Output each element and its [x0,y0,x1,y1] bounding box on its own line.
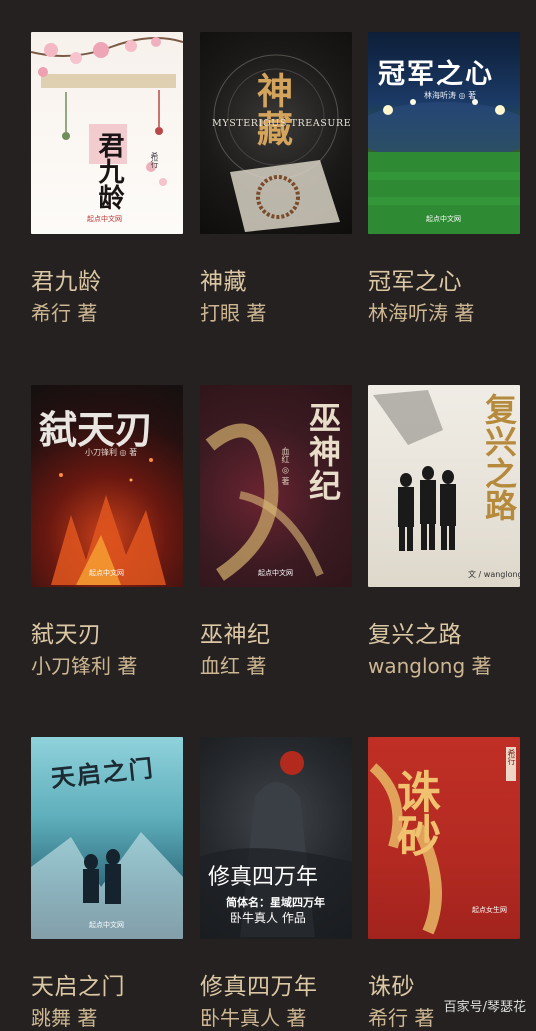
cover-author: 血红 ◎ 著 [281,447,290,486]
cover-publisher: 起点女生网 [472,906,507,914]
cover-publisher: 起点中文网 [258,569,293,577]
book-title[interactable]: 复兴之路 [368,615,462,649]
book-title[interactable]: 弑天刃 [31,615,102,649]
book-author[interactable]: 打眼 著 [200,297,266,326]
book-title[interactable]: 神藏 [200,262,247,296]
book-card[interactable]: 弑天刃 小刀锋利 ◎ 著 起点中文网 弑天刃 小刀锋利 著 [31,385,183,678]
book-title[interactable]: 天启之门 [31,967,125,1001]
book-card[interactable]: 君九龄 希行 起点中文网 君九龄 希行 著 [31,32,183,325]
book-cover[interactable]: 天启之门 起点中文网 [31,737,183,939]
book-grid: 君九龄 希行 起点中文网 君九龄 希行 著 神藏 MYSTERIOUS TREA… [0,0,536,1030]
book-card[interactable]: 复兴之路 文 / wanglong 复兴之路 wanglong 著 [368,385,520,678]
book-card[interactable]: 神藏 MYSTERIOUS TREASURE 神藏 打眼 著 [200,32,352,325]
book-card[interactable]: 冠军之心 林海听涛 ◎ 著 起点中文网 冠军之心 林海听涛 著 [368,32,520,325]
cover-title: 复兴之路 [480,393,518,521]
book-author[interactable]: 小刀锋利 著 [31,650,137,679]
book-cover[interactable]: 巫神纪 血红 ◎ 著 起点中文网 [200,385,352,587]
watermark: 百家号/琴瑟花 [443,1000,526,1015]
cover-title: 君九龄 [94,132,124,210]
book-card[interactable]: 诛砂 希行 起点女生网 诛砂 希行 著 [368,737,520,1030]
book-card[interactable]: 天启之门 起点中文网 天启之门 跳舞 著 [31,737,183,1030]
cover-publisher: 起点中文网 [87,215,122,223]
cover-author: 林海听涛 ◎ 著 [424,91,477,100]
book-title[interactable]: 修真四万年 [200,967,318,1001]
cover-publisher: 起点中文网 [89,569,124,577]
book-cover[interactable]: 弑天刃 小刀锋利 ◎ 著 起点中文网 [31,385,183,587]
cover-subtitle: MYSTERIOUS TREASURE [212,118,352,129]
book-card[interactable]: 修真四万年 简体名：星域四万年 卧牛真人 作品 修真四万年 卧牛真人 著 [200,737,352,1030]
cover-publisher: 起点中文网 [89,921,124,929]
cover-title: 诛砂 [389,769,440,857]
book-cover[interactable]: 复兴之路 文 / wanglong [368,385,520,587]
book-author[interactable]: 血红 著 [200,650,266,679]
cover-author: 小刀锋利 ◎ 著 [85,448,138,457]
cover-title: 巫神纪 [304,401,342,503]
book-title[interactable]: 诛砂 [368,967,415,1001]
book-author[interactable]: 林海听涛 著 [368,297,474,326]
cover-author: 希行 [150,152,159,168]
book-author[interactable]: 卧牛真人 著 [200,1002,306,1031]
book-title[interactable]: 君九龄 [31,262,102,296]
cover-line2: 卧牛真人 作品 [230,911,306,925]
cover-publisher: 起点中文网 [426,215,461,223]
book-cover[interactable]: 修真四万年 简体名：星域四万年 卧牛真人 作品 [200,737,352,939]
book-author[interactable]: 希行 著 [368,1002,434,1031]
book-cover[interactable]: 诛砂 希行 起点女生网 [368,737,520,939]
cover-author: 文 / wanglong [468,570,520,579]
book-author[interactable]: 跳舞 著 [31,1002,97,1031]
book-title[interactable]: 巫神纪 [200,615,271,649]
book-author[interactable]: wanglong 著 [368,650,492,679]
book-cover[interactable]: 冠军之心 林海听涛 ◎ 著 起点中文网 [368,32,520,234]
cover-title: 冠军之心 [378,59,494,90]
book-cover[interactable]: 君九龄 希行 起点中文网 [31,32,183,234]
book-cover[interactable]: 神藏 MYSTERIOUS TREASURE [200,32,352,234]
cover-line1: 简体名：星域四万年 [226,896,325,909]
book-author[interactable]: 希行 著 [31,297,97,326]
book-card[interactable]: 巫神纪 血红 ◎ 著 起点中文网 巫神纪 血红 著 [200,385,352,678]
cover-title: 修真四万年 [208,865,319,890]
book-title[interactable]: 冠军之心 [368,262,462,296]
cover-author: 希行 [507,749,516,765]
cover-title: 神藏 [251,72,293,148]
cover-title: 弑天刃 [39,407,154,452]
